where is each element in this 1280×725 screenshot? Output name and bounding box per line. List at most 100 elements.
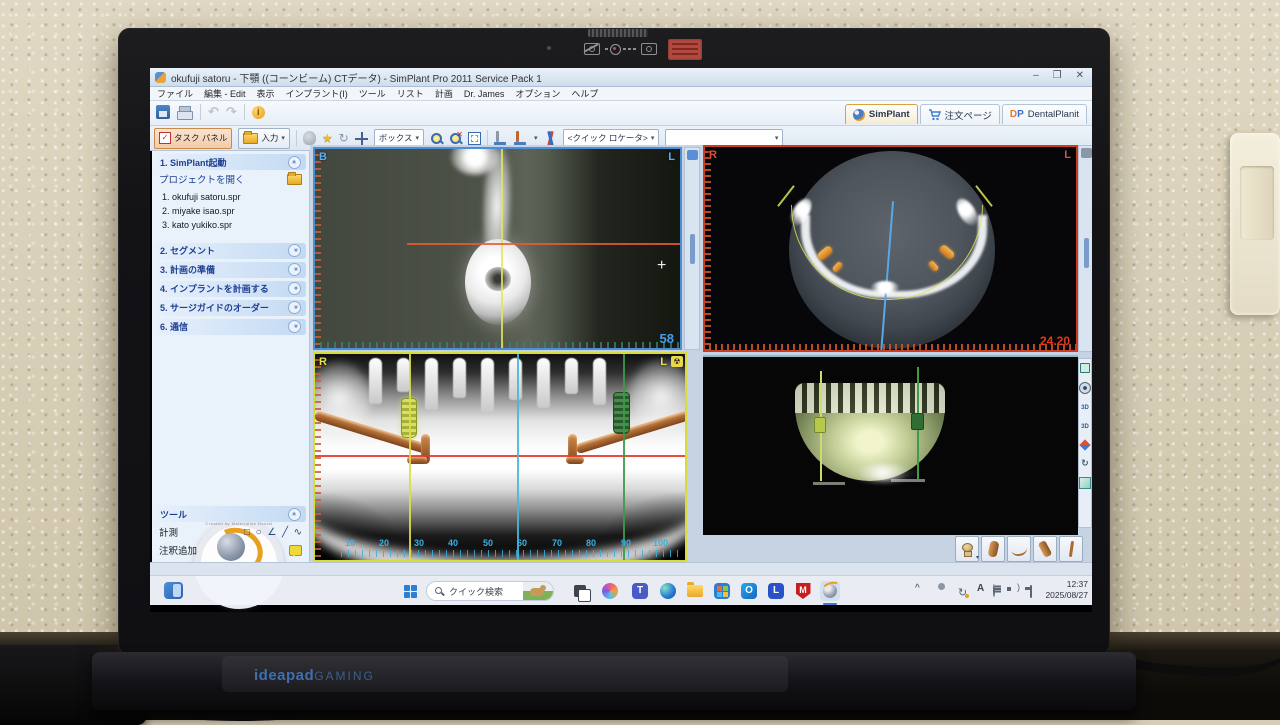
- viewport-axial[interactable]: R L 24.20: [703, 145, 1078, 352]
- section-segment[interactable]: 2. セグメント »: [155, 243, 306, 259]
- expand-chevron-icon[interactable]: »: [288, 301, 301, 314]
- 3d-alt-view-icon[interactable]: 3D: [1080, 422, 1090, 432]
- place-abutment-icon[interactable]: [514, 131, 528, 146]
- menu-edit[interactable]: 編集 - Edit: [204, 87, 246, 100]
- outlook-icon[interactable]: O: [739, 581, 759, 601]
- implant-3d-right[interactable]: [911, 413, 924, 430]
- measure-line-icon[interactable]: ╱: [282, 527, 288, 538]
- menu-plan[interactable]: 計画: [435, 87, 453, 100]
- copilot-icon[interactable]: [600, 581, 620, 601]
- show-abutments-button[interactable]: [1033, 536, 1057, 562]
- yellow-crosshair-vertical[interactable]: [501, 149, 503, 348]
- redo-icon[interactable]: ↷: [226, 104, 237, 120]
- yellow-slice-line[interactable]: [409, 354, 411, 560]
- measure-curve-icon[interactable]: ∿: [294, 527, 302, 538]
- mcafee-icon[interactable]: M: [793, 581, 813, 601]
- implant-green[interactable]: [613, 392, 630, 434]
- expand-chevron-icon[interactable]: »: [288, 320, 301, 333]
- minimize-button[interactable]: –: [1033, 70, 1039, 81]
- red-crosshair-horizontal[interactable]: [407, 243, 680, 245]
- section-communication[interactable]: 6. 通信 »: [155, 319, 306, 335]
- menu-options[interactable]: オプション: [515, 87, 560, 100]
- widgets-icon[interactable]: [164, 582, 183, 599]
- viewport-cross-section[interactable]: B L + 58: [313, 147, 682, 350]
- line-works-icon[interactable]: L: [766, 581, 786, 601]
- task-panel-toggle[interactable]: ✓ タスク パネル: [154, 128, 232, 149]
- viewport-panoramic[interactable]: 10 20 30 40 50 60 70 80 90 100 R L ☢: [313, 352, 687, 562]
- cross-section-scrollbar[interactable]: [684, 147, 700, 350]
- locator-icon[interactable]: ☢: [671, 356, 683, 367]
- open-project-row[interactable]: プロジェクトを開く: [152, 170, 309, 187]
- section-simplant-start[interactable]: 1. SimPlant起動 »: [155, 154, 306, 170]
- zoom-reset-icon[interactable]: ✕: [449, 132, 462, 145]
- scrollbar-thumb[interactable]: [690, 234, 695, 264]
- show-implants-button[interactable]: [981, 536, 1005, 562]
- ime-indicator[interactable]: A: [977, 583, 984, 594]
- cyan-slice-line[interactable]: [517, 354, 519, 560]
- close-button[interactable]: ✕: [1076, 70, 1084, 81]
- show-nerves-button[interactable]: [1007, 536, 1031, 562]
- rotate-3d-icon[interactable]: ↻: [1080, 458, 1090, 468]
- tab-dentalplanit[interactable]: DP DentalPlanit: [1002, 104, 1087, 124]
- recent-file-1[interactable]: 1. okufuji satoru.spr: [162, 191, 305, 205]
- menu-list[interactable]: リスト: [397, 87, 424, 100]
- task-view-icon[interactable]: [570, 581, 590, 601]
- clip-plane-icon[interactable]: [1079, 439, 1090, 450]
- visibility-icon[interactable]: [1079, 382, 1091, 394]
- info-icon[interactable]: i: [252, 106, 265, 119]
- expand-chevron-icon[interactable]: »: [288, 263, 301, 276]
- cube-orientation-icon[interactable]: [1079, 477, 1091, 489]
- show-bone-button[interactable]: ▾: [955, 536, 979, 562]
- annotation-balloon-icon[interactable]: [289, 545, 302, 556]
- measure-circle-icon[interactable]: ○: [256, 527, 262, 538]
- axial-scrollbar[interactable]: [1078, 145, 1092, 352]
- patient-head-icon[interactable]: [303, 131, 316, 145]
- display-mode-icon[interactable]: [1080, 363, 1090, 373]
- sync-icon[interactable]: ↻: [958, 587, 967, 599]
- file-explorer-icon[interactable]: [685, 581, 705, 601]
- section-surgiguide-order[interactable]: 5. サージガイドのオーダー »: [155, 300, 306, 316]
- input-button[interactable]: 入力 ▾: [238, 128, 290, 149]
- teams-icon[interactable]: T: [630, 581, 650, 601]
- tab-simplant[interactable]: SimPlant: [845, 104, 918, 124]
- pan-icon[interactable]: [355, 132, 368, 145]
- fit-to-view-icon[interactable]: [468, 132, 481, 145]
- new-plan-icon[interactable]: ★: [322, 131, 333, 145]
- section-tools[interactable]: ツール »: [155, 506, 306, 522]
- section-plan-prep[interactable]: 3. 計画の準備 »: [155, 262, 306, 278]
- menu-implant[interactable]: インプラント(I): [286, 87, 348, 100]
- red-crosshair-horizontal[interactable]: [315, 455, 685, 457]
- viewport-3d[interactable]: [703, 355, 1078, 535]
- menu-dr-james[interactable]: Dr. James: [464, 89, 505, 99]
- clock[interactable]: 12:37 2025/08/27: [1045, 579, 1088, 601]
- implant-axis-icon[interactable]: [544, 131, 557, 146]
- restore-button[interactable]: ❐: [1053, 70, 1062, 81]
- recent-file-3[interactable]: 3. kato yukiko.spr: [162, 219, 305, 233]
- menu-tools[interactable]: ツール: [359, 87, 386, 100]
- implant-3d-left[interactable]: [814, 417, 826, 433]
- network-icon[interactable]: [993, 583, 995, 594]
- measure-rectangle-icon[interactable]: □: [244, 527, 250, 538]
- expand-chevron-icon[interactable]: »: [288, 244, 301, 257]
- expand-chevron-icon[interactable]: »: [288, 282, 301, 295]
- place-implant-icon[interactable]: [494, 131, 508, 146]
- edge-icon[interactable]: [658, 581, 678, 601]
- collapse-chevron-icon[interactable]: »: [288, 508, 301, 521]
- undo-icon[interactable]: ↶: [208, 104, 219, 120]
- print-icon[interactable]: [177, 106, 193, 119]
- recent-file-2[interactable]: 2. miyake isao.spr: [162, 205, 305, 219]
- menu-view[interactable]: 表示: [257, 87, 275, 100]
- search-box[interactable]: クイック検索: [426, 581, 554, 601]
- green-slice-line[interactable]: [623, 354, 625, 560]
- 3d-view-icon[interactable]: 3D: [1080, 403, 1090, 413]
- section-plan-implants[interactable]: 4. インプラントを計画する »: [155, 281, 306, 297]
- show-pins-button[interactable]: [1059, 536, 1083, 562]
- microsoft-store-icon[interactable]: [712, 581, 732, 601]
- window-titlebar[interactable]: okufuji satoru - 下顎 ((コーンビーム) CTデータ) - S…: [150, 68, 1092, 87]
- zoom-in-icon[interactable]: [430, 132, 443, 145]
- gear-icon[interactable]: [1081, 148, 1092, 158]
- menu-help[interactable]: ヘルプ: [571, 87, 598, 100]
- tray-chevron-icon[interactable]: ^: [915, 583, 920, 594]
- rotate-view-icon[interactable]: ↻: [339, 131, 349, 145]
- tab-order-page[interactable]: 注文ページ: [920, 104, 1000, 124]
